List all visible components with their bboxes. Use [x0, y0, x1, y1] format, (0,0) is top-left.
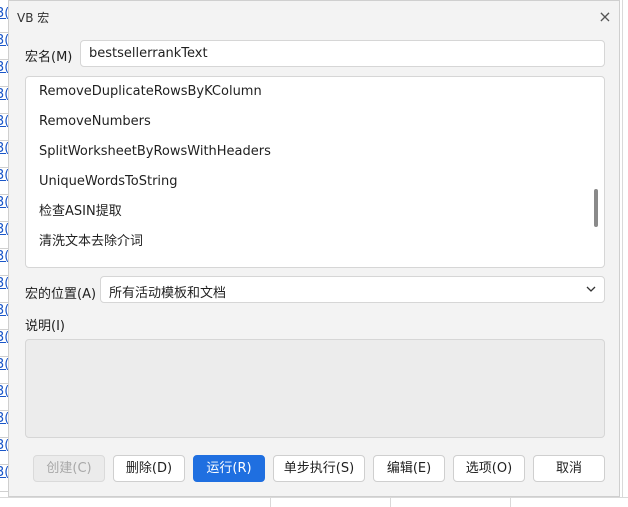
list-scrollbar-thumb[interactable] [594, 189, 598, 227]
macro-name-input[interactable] [80, 40, 605, 67]
macro-list-item[interactable]: RemoveNumbers [39, 107, 151, 137]
background-spreadsheet-edge [620, 0, 628, 506]
macro-location-select[interactable]: 所有活动模板和文档 [100, 276, 605, 303]
chevron-down-icon [586, 286, 596, 292]
sheet-cell: 3( [0, 357, 8, 384]
cancel-button[interactable]: 取消 [533, 455, 605, 482]
sheet-cell: 3( [0, 6, 8, 33]
dialog-title: VB 宏 [17, 11, 50, 25]
macro-location-label: 宏的位置(A) [25, 287, 97, 302]
create-button[interactable]: 创建(C) [33, 455, 105, 482]
sheet-cell: 3( [0, 168, 8, 195]
sheet-cell: 3( [0, 411, 8, 438]
sheet-cell: 3( [0, 60, 8, 87]
macro-list[interactable]: RemoveDuplicateRowsByKColumn RemoveNumbe… [25, 76, 605, 268]
description-box [25, 339, 605, 438]
sheet-cell: 3( [0, 33, 8, 60]
dialog-titlebar[interactable]: VB 宏 × [9, 1, 619, 33]
sheet-cell: 3( [0, 303, 8, 330]
macro-list-item[interactable]: SplitWorksheetByRowsWithHeaders [39, 137, 271, 167]
delete-button[interactable]: 删除(D) [113, 455, 185, 482]
sheet-cell: 3( [0, 141, 8, 168]
macro-list-item[interactable]: 检查ASIN提取 [39, 197, 122, 227]
step-into-button[interactable]: 单步执行(S) [273, 455, 365, 482]
sheet-cell: 3( [0, 438, 8, 465]
edit-button[interactable]: 编辑(E) [373, 455, 445, 482]
run-button[interactable]: 运行(R) [193, 455, 265, 482]
sheet-cell: 3( [0, 465, 8, 492]
sheet-cell: 3( [0, 249, 8, 276]
description-label: 说明(I) [25, 319, 65, 334]
macro-name-label: 宏名(M) [25, 50, 73, 65]
options-button[interactable]: 选项(O) [453, 455, 525, 482]
close-icon[interactable]: × [595, 7, 615, 27]
background-spreadsheet-column: 3( 3( 3( 3( 3( 3( 3( 3( 3( 3( 3( 3( 3( 3… [0, 0, 8, 506]
sheet-cell: 3( [0, 222, 8, 249]
vb-macro-dialog: VB 宏 × 宏名(M) RemoveDuplicateRowsByKColum… [8, 0, 620, 497]
sheet-cell: 3( [0, 276, 8, 303]
macro-list-item[interactable]: 清洗文本去除介词 [39, 227, 143, 257]
sheet-cell: 3( [0, 330, 8, 357]
macro-location-value: 所有活动模板和文档 [109, 286, 227, 301]
macro-list-item[interactable]: UniqueWordsToString [39, 167, 178, 197]
sheet-cell: 3( [0, 114, 8, 141]
sheet-cell: 3( [0, 195, 8, 222]
sheet-cell: 3( [0, 384, 8, 411]
sheet-cell: 3( [0, 87, 8, 114]
grid-line [622, 0, 623, 506]
macro-list-item[interactable]: RemoveDuplicateRowsByKColumn [39, 77, 262, 107]
